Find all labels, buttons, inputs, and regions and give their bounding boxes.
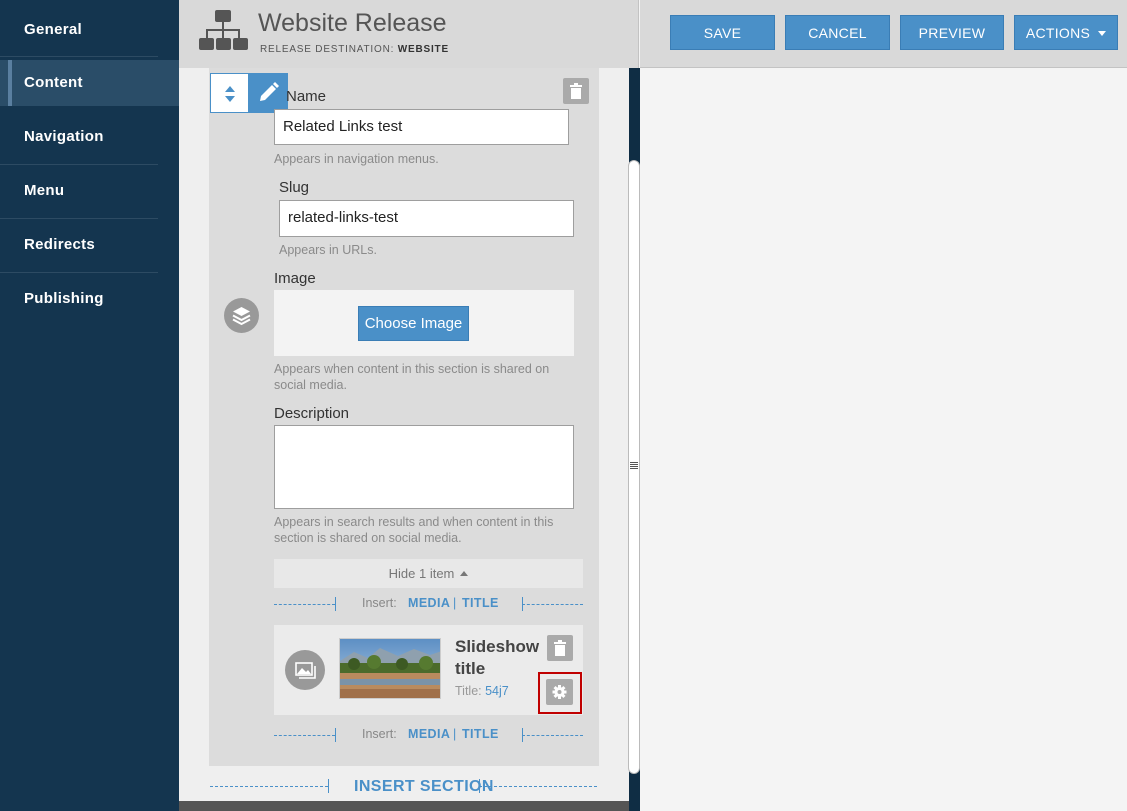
image-help: Appears when content in this section is … <box>274 362 550 392</box>
image-label: Image <box>274 270 316 287</box>
layers-icon <box>232 307 251 326</box>
dashed-line <box>210 786 328 787</box>
sidebar-item-publishing[interactable]: Publishing <box>0 276 179 322</box>
sort-button[interactable] <box>210 73 249 113</box>
insert-media-link[interactable]: MEDIA <box>408 727 450 741</box>
edit-button[interactable] <box>248 73 288 113</box>
sort-icon <box>225 86 235 102</box>
divider <box>0 164 158 165</box>
bottom-bar <box>179 801 639 811</box>
save-button[interactable]: SAVE <box>670 15 775 50</box>
divider <box>0 218 158 219</box>
divider <box>0 272 158 273</box>
insert-title-link[interactable]: TITLE <box>462 596 499 610</box>
insert-row: Insert: MEDIA | TITLE <box>274 727 583 743</box>
slug-input[interactable]: related-links-test <box>279 200 574 237</box>
insert-section-link[interactable]: INSERT SECTION <box>354 778 494 796</box>
dashed-line <box>522 604 583 605</box>
sidebar-item-redirects[interactable]: Redirects <box>0 222 179 268</box>
release-destination: RELEASE DESTINATION: WEBSITE <box>260 44 449 55</box>
name-label: Name <box>286 88 327 105</box>
separator: | <box>453 727 457 741</box>
separator: | <box>453 596 457 610</box>
page-title: Website Release <box>258 9 447 37</box>
release-destination-label: RELEASE DESTINATION: <box>260 44 395 55</box>
tick <box>335 597 336 611</box>
slug-label: Slug <box>279 179 310 196</box>
highlight-box <box>538 672 582 714</box>
media-type-icon <box>285 650 325 690</box>
actions-button[interactable]: ACTIONS <box>1014 15 1118 50</box>
trash-icon <box>554 640 566 656</box>
slideshow-thumbnail <box>339 638 441 699</box>
tick <box>335 728 336 742</box>
slideshow-meta-label: Title: <box>455 684 482 698</box>
tick <box>328 779 329 793</box>
name-help: Appears in navigation menus. <box>274 152 439 166</box>
caret-up-icon <box>460 571 469 576</box>
sidebar-item-navigation[interactable]: Navigation <box>0 114 179 160</box>
name-input[interactable]: Related Links test <box>274 109 569 145</box>
slideshow-meta-value[interactable]: 54j7 <box>485 684 509 698</box>
delete-item-button[interactable] <box>547 635 573 661</box>
sitemap-icon <box>199 10 248 50</box>
preview-area <box>640 68 1127 811</box>
description-help: Appears in search results and when conte… <box>274 515 554 545</box>
description-textarea[interactable] <box>274 425 574 509</box>
dashed-line <box>274 604 335 605</box>
slug-help: Appears in URLs. <box>279 243 377 257</box>
dashed-line <box>522 735 583 736</box>
slideshow-meta: Title: 54j7 <box>455 684 509 698</box>
sidebar-item-general[interactable]: General <box>0 7 179 53</box>
insert-section-row: INSERT SECTION <box>210 778 597 796</box>
slideshow-title: Slideshow title <box>455 637 540 678</box>
release-destination-value: WEBSITE <box>397 44 449 55</box>
insert-title-link[interactable]: TITLE <box>462 727 499 741</box>
hide-items-label: Hide 1 item <box>388 566 455 581</box>
section-type-icon <box>224 298 259 333</box>
actions-label: ACTIONS <box>1025 25 1091 41</box>
drag-grip-icon[interactable] <box>630 462 638 471</box>
choose-image-button[interactable]: Choose Image <box>358 306 469 341</box>
sidebar-item-menu[interactable]: Menu <box>0 168 179 214</box>
insert-row: Insert: MEDIA | TITLE <box>274 596 583 612</box>
insert-label: Insert: <box>362 596 397 610</box>
landscape-image <box>340 639 440 698</box>
trash-icon <box>570 83 582 99</box>
pencil-icon <box>260 82 279 101</box>
dashed-line <box>274 735 335 736</box>
chevron-down-icon <box>1098 31 1107 36</box>
gallery-icon <box>295 662 316 679</box>
divider <box>0 56 158 57</box>
cancel-button[interactable]: CANCEL <box>785 15 890 50</box>
delete-section-button[interactable] <box>563 78 589 104</box>
preview-button[interactable]: PREVIEW <box>900 15 1004 50</box>
description-label: Description <box>274 405 350 422</box>
sidebar-item-content[interactable]: Content <box>0 60 179 106</box>
hide-items-toggle[interactable]: Hide 1 item <box>274 559 583 588</box>
insert-media-link[interactable]: MEDIA <box>408 596 450 610</box>
insert-label: Insert: <box>362 727 397 741</box>
dashed-line <box>479 786 597 787</box>
